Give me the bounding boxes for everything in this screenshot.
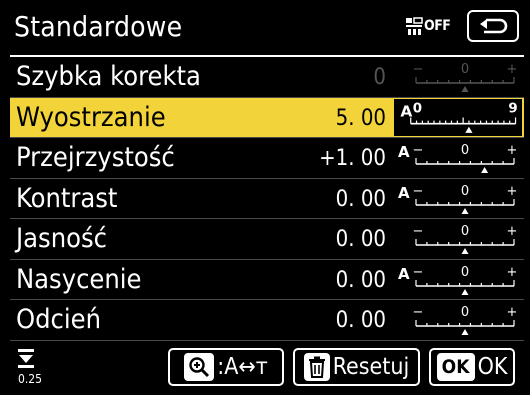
scale-marker [461,86,469,92]
scale-marker [461,288,469,295]
trash-key-icon [303,353,330,381]
header: Standardowe OFF [0,0,530,52]
reset-label: Resetuj [332,354,410,380]
scale-marker [461,329,469,335]
setting-value: +1. 00 [319,146,386,171]
scale-marker [481,167,489,173]
setting-row[interactable]: Odcień 0. 00 − 0 + [10,300,524,341]
picture-control-off-badge: OFF [405,14,451,38]
setting-value: 0. 00 [335,267,386,293]
adjustment-scale: A09 [394,98,522,136]
setting-row[interactable]: Przejrzystość +1. 00 A − 0 + [10,138,524,179]
setting-row[interactable]: Szybka korekta 0 − 0 + [10,57,524,98]
ok-key-icon: OK [436,353,475,381]
scale-zero-label: 0 [461,305,469,320]
setting-label: Odcień [16,304,101,335]
scale-marker [465,126,473,133]
setting-label: Kontrast [16,182,118,214]
auto-indicator: A [398,265,410,283]
setting-label: Przejrzystość [16,142,175,173]
scale-minus-label: − [413,224,424,239]
footer-bar: 0.25 :A↔т Resetuj OK OK [0,344,530,395]
scale-minus-label: − [413,265,424,280]
scale-plus-label: + [507,184,518,199]
scale-plus-label: + [507,305,518,320]
back-button[interactable] [467,10,519,42]
zoom-in-button[interactable]: :A↔т [168,348,284,386]
scale-zero-label: 0 [461,62,469,77]
setting-label: Jasność [16,223,107,254]
adjustment-scale: A − 0 + [398,184,518,214]
scale-marker [461,207,469,214]
adjustment-scale: A − 0 + [398,265,518,295]
step-indicator: 0.25 [14,348,48,388]
scale-zero-label: 0 [461,265,469,280]
setting-label: Szybka korekta [16,61,201,92]
scale-marker [461,248,469,254]
scale-minus-label: − [413,305,424,320]
setting-row[interactable]: Wyostrzanie 5. 00 A 0 9 [10,97,524,138]
scale-plus-label: + [507,143,518,158]
auto-indicator: A [398,184,410,202]
adjustment-scale: − 0 + [413,224,518,254]
scale-minus-label: − [413,184,424,199]
setting-value: 0. 00 [335,308,386,333]
step-increment-icon [18,349,34,368]
zoom-in-label: :A↔т [217,354,268,380]
step-value: 0.25 [18,372,43,386]
setting-value: 5. 00 [335,105,386,131]
scale-minus-label: − [413,62,424,77]
scale-zero-label: 0 [461,184,469,199]
setting-label: Nasycenie [16,263,142,295]
reset-button[interactable]: Resetuj [293,348,420,386]
picture-control-off-icon [406,17,423,35]
ok-label: OK [477,354,508,380]
scale-minus-label: − [413,143,424,158]
settings-list: Szybka korekta 0 − 0 + Wyostrzanie 5. 00 A 0 9 Prz… [10,55,524,341]
scale-plus-label: + [507,265,518,280]
scale-zero-label: 0 [461,224,469,239]
setting-value: 0. 00 [335,227,386,252]
zoom-in-key-icon [184,353,215,381]
page-title: Standardowe [14,10,183,43]
adjustment-scale: − 0 + [413,305,518,335]
setting-label: Wyostrzanie [16,101,166,133]
adjustment-scale: A − 0 + [398,143,518,173]
scale-zero-label: 0 [461,143,469,158]
setting-value: 0. 00 [335,186,386,212]
scale-plus-label: + [507,224,518,239]
adjustment-scale: − 0 + [413,62,518,92]
back-arrow-icon [480,18,508,34]
auto-indicator: A [398,143,410,161]
setting-row[interactable]: Jasność 0. 00 − 0 + [10,219,524,260]
off-label: OFF [424,18,451,34]
setting-row[interactable]: Nasycenie 0. 00 A − 0 + [10,260,524,300]
scale-plus-label: + [507,62,518,77]
scale-max-label: 9 [508,101,517,116]
scale-min-label: 0 [413,101,422,116]
ok-button[interactable]: OK OK [429,348,515,386]
setting-row[interactable]: Kontrast 0. 00 A − 0 + [10,179,524,219]
setting-value: 0 [373,65,386,90]
